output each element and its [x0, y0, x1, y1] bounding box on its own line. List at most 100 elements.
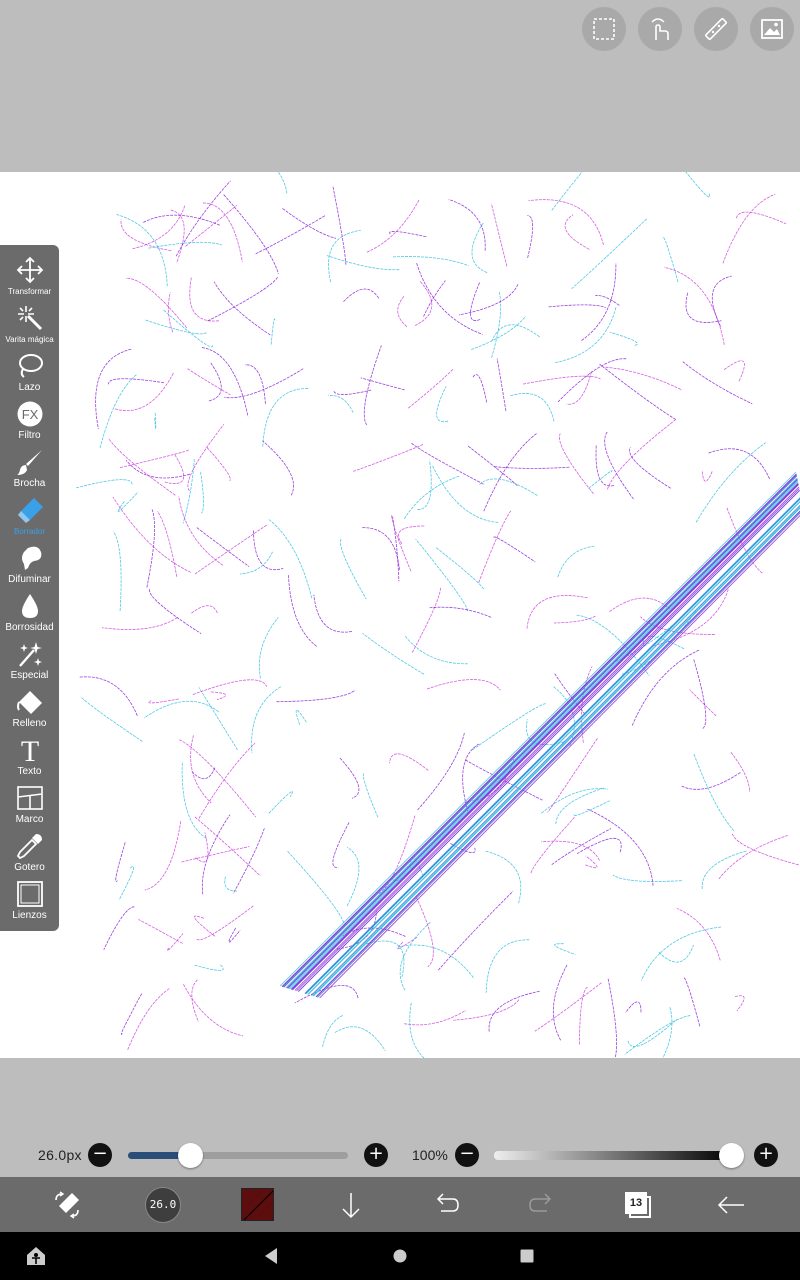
sketch-stroke [392, 516, 400, 582]
sketch-stroke [224, 368, 304, 399]
sketch-stroke [664, 266, 725, 345]
opacity-plus-button[interactable]: + [754, 1143, 778, 1167]
drawing-canvas[interactable] [0, 172, 800, 1058]
touch-gesture-button[interactable] [638, 7, 682, 51]
sketch-stroke [213, 281, 271, 336]
sketch-stroke [296, 488, 800, 992]
brush-size-minus-button[interactable]: − [88, 1143, 112, 1167]
nav-recents-button[interactable] [519, 1232, 535, 1280]
back-button[interactable] [716, 1177, 746, 1232]
ruler-button[interactable] [694, 7, 738, 51]
opacity-minus-button[interactable]: − [455, 1143, 479, 1167]
brush-settings-button[interactable]: 26.0 [144, 1177, 182, 1232]
sketch-stroke [681, 772, 741, 790]
brush-size-plus-button[interactable]: + [364, 1143, 388, 1167]
tool-smudge[interactable]: Difuminar [0, 543, 59, 591]
tool-filter[interactable]: FX Filtro [0, 399, 59, 447]
brush-size-thumb[interactable] [177, 1143, 203, 1168]
sketch-stroke [448, 199, 486, 251]
sketch-stroke [340, 539, 367, 600]
sketch-stroke [157, 511, 178, 577]
sketch-stroke [276, 689, 356, 703]
tool-magic-wand[interactable]: Varita mágica [0, 303, 59, 351]
sketch-stroke [488, 990, 540, 1033]
image-import-icon [761, 19, 783, 39]
sketch-stroke [429, 606, 492, 618]
opacity-slider[interactable] [494, 1151, 732, 1160]
brush-settings-row: 26.0px − + 100% − + [0, 1140, 800, 1170]
sketch-stroke [485, 939, 530, 993]
tool-brush[interactable]: Brocha [0, 447, 59, 495]
sketch-stroke [286, 478, 798, 989]
sketch-stroke [478, 510, 512, 583]
redo-button[interactable] [527, 1177, 557, 1232]
sketch-stroke [202, 202, 243, 263]
tool-label: Marco [15, 814, 44, 825]
tool-blur[interactable]: Borrosidad [0, 591, 59, 639]
brush-size-slider[interactable] [128, 1152, 348, 1159]
tool-lasso[interactable]: Lazo [0, 351, 59, 399]
sketch-stroke [397, 936, 418, 949]
sketch-stroke [625, 1001, 642, 1013]
image-import-button[interactable] [750, 7, 794, 51]
sketch-stroke [426, 679, 501, 691]
sketch-stroke [685, 172, 711, 198]
color-button[interactable] [239, 1177, 275, 1232]
tool-label: Relleno [12, 718, 47, 729]
sketch-stroke [210, 691, 227, 701]
undo-button[interactable] [431, 1177, 461, 1232]
svg-text:T: T [20, 736, 38, 764]
sketch-stroke [313, 594, 353, 633]
magic-wand-icon [17, 306, 42, 331]
sketch-stroke [396, 944, 474, 978]
sketch-stroke [662, 236, 679, 283]
tool-eyedropper[interactable]: Gotero [0, 831, 59, 879]
sketch-stroke [163, 454, 185, 484]
tool-text[interactable]: T Texto [0, 735, 59, 783]
layers-button[interactable]: 13 [623, 1177, 653, 1232]
nav-back-button[interactable] [262, 1232, 280, 1280]
tool-special[interactable]: Especial [0, 639, 59, 687]
tool-canvas[interactable]: Lienzos [0, 879, 59, 927]
sketch-stroke [553, 615, 596, 624]
sketch-stroke [181, 846, 250, 863]
sketch-stroke [397, 295, 408, 327]
sketch-stroke [162, 309, 214, 348]
sketch-stroke [288, 575, 318, 647]
opacity-thumb[interactable] [719, 1143, 744, 1168]
sketch-stroke [541, 788, 609, 814]
quick-menu-button[interactable] [48, 1177, 86, 1232]
sketch-stroke [333, 389, 372, 395]
tool-label: Brocha [13, 478, 46, 489]
tool-transform[interactable]: Transformar [0, 255, 59, 303]
sketch-stroke [662, 1007, 673, 1058]
sketch-stroke [258, 617, 279, 679]
save-down-button[interactable] [336, 1177, 366, 1232]
blur-drop-icon [21, 594, 38, 618]
tool-fill[interactable]: Relleno [0, 687, 59, 735]
selection-icon [593, 18, 615, 40]
sketch-stroke [191, 979, 199, 1023]
nav-home-button[interactable] [392, 1232, 408, 1280]
sketch-stroke [116, 214, 168, 287]
sketch-stroke [311, 505, 800, 996]
sketch-stroke [607, 419, 677, 490]
canvas-icon [16, 881, 43, 907]
sketch-stroke [453, 999, 520, 1021]
selection-button[interactable] [582, 7, 626, 51]
accessibility-button[interactable] [24, 1232, 48, 1280]
sketch-stroke [554, 307, 617, 363]
sketch-stroke [605, 366, 683, 391]
tool-frame[interactable]: Marco [0, 783, 59, 831]
sketch-stroke [332, 186, 347, 265]
sketch-stroke [685, 292, 722, 323]
sketch-stroke [144, 319, 207, 335]
tool-eraser[interactable]: Borrador [0, 495, 59, 543]
sketch-stroke [362, 773, 379, 818]
sketch-stroke [595, 295, 620, 306]
sketch-stroke [723, 360, 745, 382]
sketch-stroke [342, 288, 380, 303]
sketch-stroke [731, 833, 799, 866]
sketch-stroke [183, 984, 244, 1037]
nav-home-icon [393, 1249, 407, 1263]
